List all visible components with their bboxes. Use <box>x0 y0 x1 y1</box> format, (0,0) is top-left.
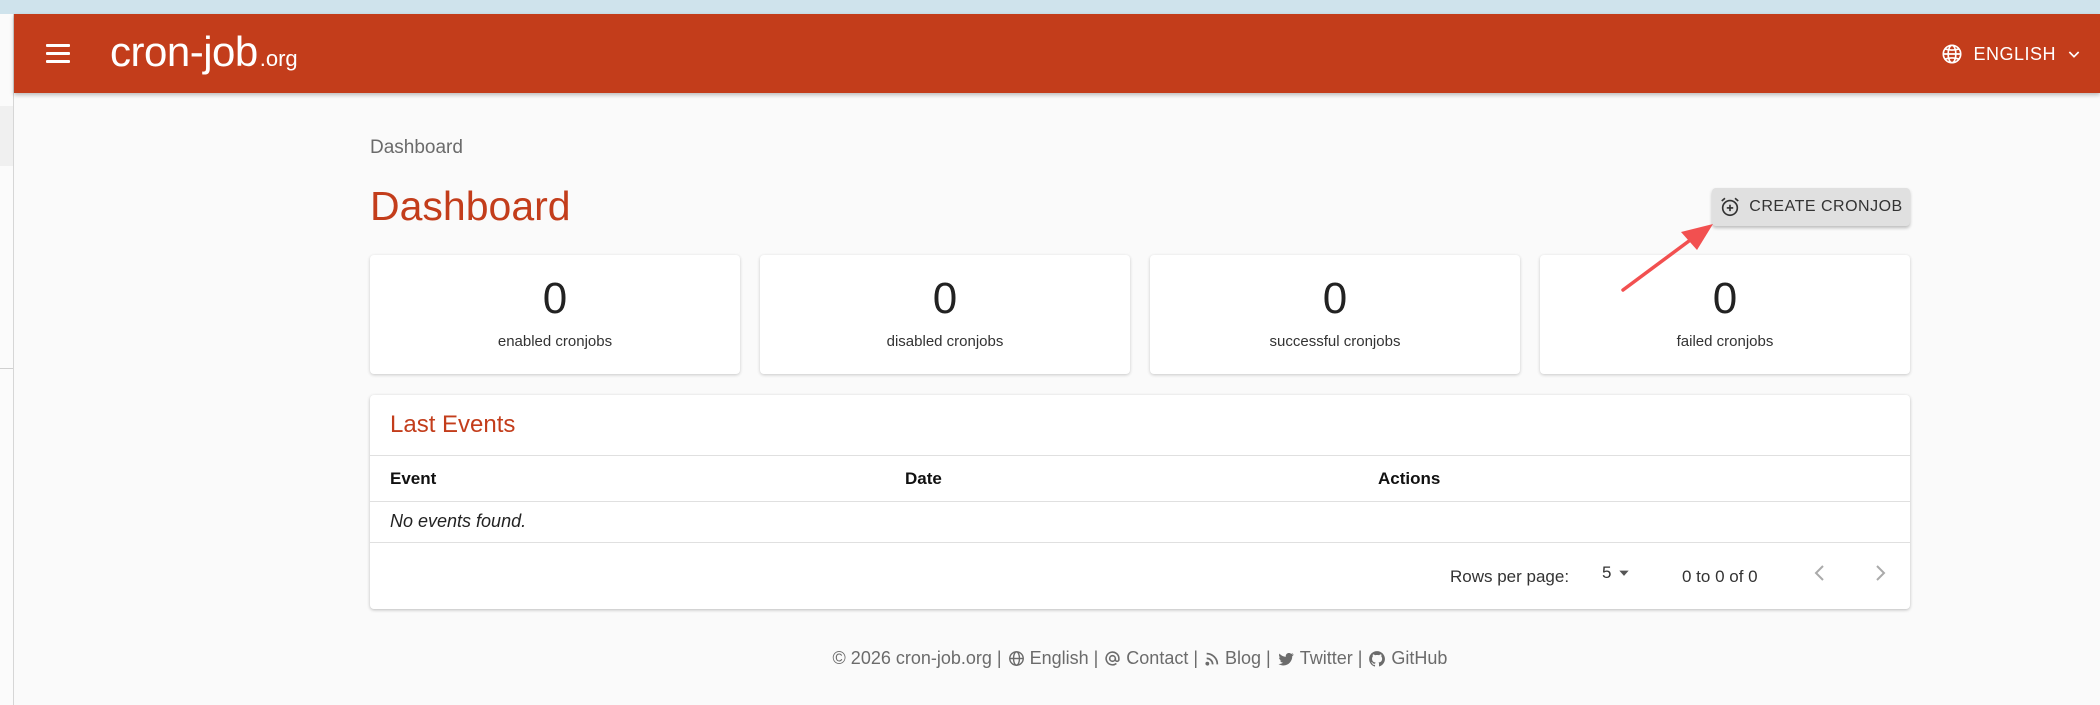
footer-link-label: Twitter | <box>1299 648 1363 668</box>
breadcrumb[interactable]: Dashboard <box>370 137 463 159</box>
app-bar: cron-job .org ENGLISH <box>14 14 2100 93</box>
stat-value: 0 <box>1712 274 1738 323</box>
stat-label: enabled cronjobs <box>497 333 613 350</box>
chevron-down-icon <box>2068 51 2080 58</box>
rows-per-page-value: 5 <box>1602 563 1612 582</box>
alarm-add-icon <box>1721 197 1740 217</box>
footer-link-label: GitHub <box>1391 648 1448 668</box>
globe-icon <box>1008 651 1024 666</box>
column-header-actions: Actions <box>1378 469 1441 488</box>
footer-copyright: © 2026 cron-job.org | <box>832 648 1002 668</box>
stat-value: 0 <box>932 274 958 323</box>
footer: © 2026 cron-job.org | English | Contact … <box>370 648 1910 669</box>
caret-down-icon <box>1619 570 1630 576</box>
next-page-button[interactable] <box>1868 561 1892 590</box>
left-edge-panel <box>0 14 14 705</box>
events-table-header: Event Date Actions <box>370 455 1910 502</box>
stat-label: successful cronjobs <box>1269 333 1401 350</box>
footer-link-blog[interactable]: Blog | <box>1204 648 1271 669</box>
left-edge-shade <box>0 106 13 166</box>
rows-per-page-select[interactable]: 5 <box>1602 563 1631 583</box>
rows-per-page-label: Rows per page: <box>1450 567 1570 586</box>
github-icon <box>1369 650 1386 667</box>
annotation-arrow <box>1621 224 1713 292</box>
footer-link-english[interactable]: English | <box>1008 648 1099 669</box>
language-selector[interactable]: ENGLISH <box>1941 38 2082 70</box>
footer-link-label: Contact | <box>1126 648 1199 668</box>
stat-label: disabled cronjobs <box>886 333 1004 350</box>
footer-link-label: Blog | <box>1225 648 1271 668</box>
stat-failed-cronjobs: 0 failed cronjobs <box>1540 255 1910 374</box>
menu-button[interactable] <box>46 38 76 68</box>
no-events-message: No events found. <box>390 511 527 531</box>
table-pagination: Rows per page: 5 0 to 0 of 0 <box>370 543 1910 609</box>
language-label: ENGLISH <box>1973 43 2056 64</box>
logo-tld-text: .org <box>259 46 298 71</box>
browser-top-strip <box>0 0 2100 14</box>
last-events-title: Last Events <box>390 411 516 438</box>
at-icon <box>1105 651 1120 666</box>
pagination-range: 0 to 0 of 0 <box>1682 567 1758 586</box>
page-title: Dashboard <box>370 183 571 229</box>
footer-link-twitter[interactable]: Twitter | <box>1277 648 1363 669</box>
chevron-right-icon <box>1876 565 1886 581</box>
stat-label: failed cronjobs <box>1676 333 1774 350</box>
stat-value: 0 <box>542 274 568 323</box>
stat-enabled-cronjobs: 0 enabled cronjobs <box>370 255 740 374</box>
footer-link-github[interactable]: GitHub <box>1368 648 1447 669</box>
column-header-event: Event <box>390 469 437 488</box>
create-cronjob-label: CREATE CRONJOB <box>1749 198 1903 215</box>
logo-main-text: cron-job <box>110 28 258 75</box>
stat-value: 0 <box>1322 274 1348 323</box>
footer-link-label: English | <box>1029 648 1099 668</box>
globe-icon <box>1942 44 1963 64</box>
last-events-card: Last Events Event Date Actions No events… <box>370 395 1910 609</box>
stat-successful-cronjobs: 0 successful cronjobs <box>1150 255 1520 374</box>
footer-link-contact[interactable]: Contact | <box>1104 648 1198 669</box>
stat-disabled-cronjobs: 0 disabled cronjobs <box>760 255 1130 374</box>
chevron-left-icon <box>1814 565 1824 581</box>
rss-icon <box>1205 652 1219 666</box>
create-cronjob-button[interactable]: CREATE CRONJOB <box>1712 188 1910 226</box>
menu-icon <box>46 43 70 47</box>
left-edge-divider <box>0 368 13 369</box>
column-header-date: Date <box>905 469 942 488</box>
previous-page-button[interactable] <box>1808 561 1832 590</box>
logo[interactable]: cron-job .org <box>110 28 298 78</box>
twitter-icon <box>1278 652 1294 665</box>
